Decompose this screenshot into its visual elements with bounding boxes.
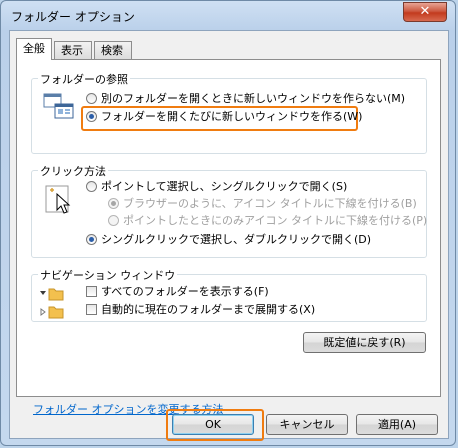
new-window-option[interactable]: フォルダーを開くたびに新しいウィンドウを作る(W): [86, 110, 362, 124]
same-window-label: 別のフォルダーを開くときに新しいウィンドウを作らない(M): [101, 92, 406, 105]
underline-browser-radio[interactable]: [108, 198, 119, 209]
browse-folders-group: フォルダーの参照 別のフォルダーを開くときに新しいウィンドウを作らない(M) フ…: [31, 71, 427, 154]
ok-button[interactable]: OK: [172, 414, 254, 435]
cancel-button[interactable]: キャンセル: [266, 414, 348, 435]
general-tab-panel: フォルダーの参照 別のフォルダーを開くときに新しいウィンドウを作らない(M) フ…: [16, 59, 441, 416]
auto-expand-option[interactable]: 自動的に現在のフォルダーまで展開する(X): [86, 303, 315, 317]
underline-point-radio[interactable]: [108, 215, 119, 226]
auto-expand-label: 自動的に現在のフォルダーまで展開する(X): [101, 303, 316, 316]
dialog-client: 全般 表示 検索 フォルダーの参照 別のフォルダーを開くときに新しいウィンドウを…: [9, 30, 449, 441]
new-window-label: フォルダーを開くたびに新しいウィンドウを作る(W): [101, 110, 363, 123]
new-window-radio[interactable]: [86, 111, 97, 122]
single-click-label: ポイントして選択し、シングルクリックで開く(S): [101, 180, 348, 193]
windows-icon: [43, 93, 75, 121]
window-title: フォルダー オプション: [11, 10, 135, 24]
folder-options-window: フォルダー オプション ✕ 全般 表示 検索 フォルダーの参照 別のフォルダーを…: [0, 0, 456, 446]
double-click-radio[interactable]: [86, 234, 97, 245]
single-click-option[interactable]: ポイントして選択し、シングルクリックで開く(S): [86, 180, 347, 194]
underline-point-option[interactable]: ポイントしたときにのみアイコン タイトルに下線を付ける(P): [108, 214, 427, 228]
title-bar[interactable]: フォルダー オプション ✕: [1, 1, 455, 29]
same-window-option[interactable]: 別のフォルダーを開くときに新しいウィンドウを作らない(M): [86, 92, 405, 106]
browse-folders-label: フォルダーの参照: [38, 71, 130, 87]
same-window-radio[interactable]: [86, 93, 97, 104]
tab-general[interactable]: 全般: [16, 38, 52, 60]
show-all-folders-label: すべてのフォルダーを表示する(F): [101, 285, 269, 298]
restore-defaults-button[interactable]: 既定値に戻す(R): [303, 332, 426, 353]
click-items-label: クリック方法: [38, 163, 108, 179]
single-click-radio[interactable]: [86, 181, 97, 192]
pointer-icon: [45, 182, 75, 216]
double-click-label: シングルクリックで選択し、ダブルクリックで開く(D): [101, 233, 372, 246]
apply-button[interactable]: 適用(A): [356, 414, 438, 435]
underline-browser-option[interactable]: ブラウザーのように、アイコン タイトルに下線を付ける(B): [108, 197, 417, 211]
tab-view[interactable]: 表示: [54, 41, 92, 59]
double-click-option[interactable]: シングルクリックで選択し、ダブルクリックで開く(D): [86, 233, 371, 247]
show-all-folders-checkbox[interactable]: [86, 286, 97, 297]
underline-point-label: ポイントしたときにのみアイコン タイトルに下線を付ける(P): [123, 214, 428, 227]
tree-folders-icon: [39, 288, 79, 320]
auto-expand-checkbox[interactable]: [86, 304, 97, 315]
navigation-pane-label: ナビゲーション ウィンドウ: [38, 267, 178, 283]
tab-search[interactable]: 検索: [94, 41, 132, 59]
navigation-pane-group: ナビゲーション ウィンドウ すべてのフォルダーを表示する(F) 自動的に現在のフ…: [31, 267, 427, 322]
click-items-group: クリック方法 ポイントして選択し、シングルクリックで開く(S) ブラウザーのよう…: [31, 163, 427, 258]
close-button[interactable]: ✕: [403, 2, 447, 22]
show-all-folders-option[interactable]: すべてのフォルダーを表示する(F): [86, 285, 269, 299]
underline-browser-label: ブラウザーのように、アイコン タイトルに下線を付ける(B): [123, 197, 417, 210]
